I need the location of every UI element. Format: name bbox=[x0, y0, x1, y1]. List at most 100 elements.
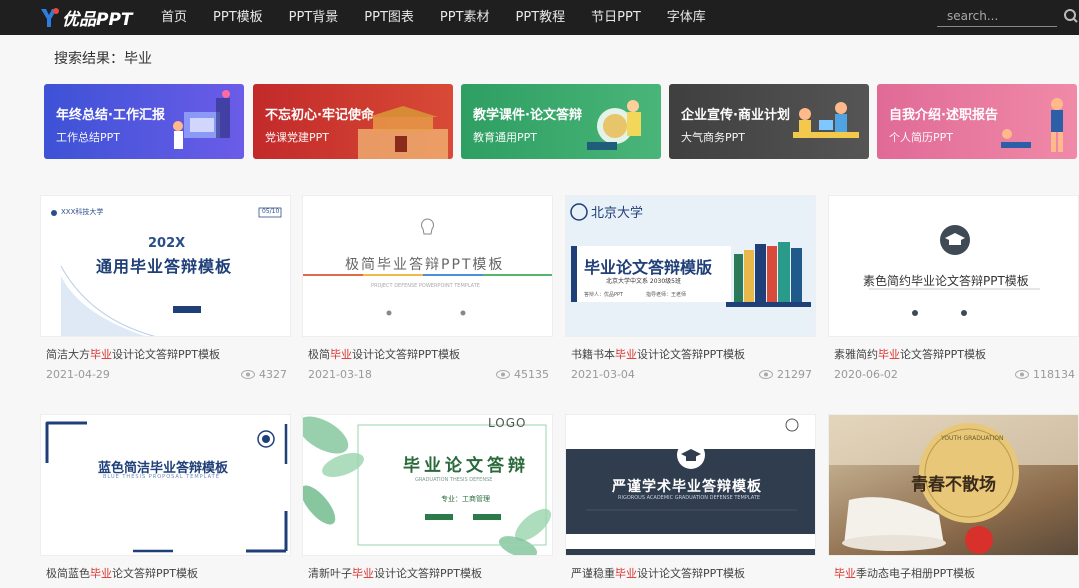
logo-icon bbox=[41, 8, 59, 27]
nav-ppt-materials[interactable]: PPT素材 bbox=[427, 0, 503, 35]
template-card[interactable]: 蓝色简洁毕业答辩模板 BLUE THESIS PROPOSAL TEMPLATE… bbox=[40, 414, 291, 580]
student-illustration bbox=[587, 100, 641, 150]
template-title[interactable]: 清新叶子毕业设计论文答辩PPT模板 bbox=[308, 565, 482, 581]
nav-ppt-tutorials[interactable]: PPT教程 bbox=[503, 0, 579, 35]
template-title[interactable]: 素雅简约毕业论文答辩PPT模板 bbox=[834, 346, 986, 362]
thumb-school: 北京大学 bbox=[591, 206, 644, 221]
template-card[interactable]: 北京大学 毕业论文答辩模版 北京大学中文系 2030级5班 答辩人：优品PPT … bbox=[565, 195, 816, 381]
eye-icon bbox=[1015, 370, 1029, 379]
thumb-subtitle: GRADUATION THESIS DEFENSE bbox=[415, 477, 493, 483]
template-views: 21297 bbox=[759, 368, 812, 381]
template-views: 4327 bbox=[241, 368, 287, 381]
template-date: 2020-06-02 bbox=[834, 368, 898, 381]
office-illustration bbox=[173, 90, 230, 149]
eye-icon bbox=[496, 370, 510, 379]
thumb-subtitle: RIGOROUS ACADEMIC GRADUATION DEFENSE TEM… bbox=[618, 495, 761, 501]
search-icon[interactable] bbox=[1063, 5, 1079, 27]
thumb-title: 青春不散场 bbox=[911, 475, 996, 495]
category-subtitle: 大气商务PPT bbox=[681, 131, 745, 144]
thumb-info2: 指导老师：王老师 bbox=[646, 292, 687, 298]
nav-fonts[interactable]: 字体库 bbox=[654, 0, 719, 35]
category-subtitle: 党课党建PPT bbox=[265, 131, 329, 144]
thumb-title: 毕业论文答辩模版 bbox=[584, 258, 713, 277]
thumb-dark-tag bbox=[173, 306, 201, 313]
top-navbar: 优品PPT 首页 PPT模板 PPT背景 PPT图表 PPT素材 PPT教程 节… bbox=[0, 0, 1079, 35]
template-thumbnail[interactable]: 北京大学 毕业论文答辩模版 北京大学中文系 2030级5班 答辩人：优品PPT … bbox=[565, 195, 816, 337]
nav-ppt-backgrounds[interactable]: PPT背景 bbox=[276, 0, 352, 35]
thumb-title: 素色简约毕业论文答辩PPT模板 bbox=[863, 274, 1029, 288]
meeting-illustration bbox=[793, 102, 859, 138]
keyword-highlight: 毕业 bbox=[834, 567, 856, 580]
category-title: 年终总结·工作汇报 bbox=[56, 108, 165, 123]
tiananmen-illustration bbox=[358, 106, 448, 159]
nav-ppt-templates[interactable]: PPT模板 bbox=[200, 0, 276, 35]
category-banner-resume[interactable]: 自我介绍·述职报告 个人简历PPT bbox=[877, 84, 1077, 159]
thumb-page: 05/10 bbox=[262, 208, 280, 215]
category-subtitle: 个人简历PPT bbox=[889, 131, 953, 144]
search-input[interactable] bbox=[937, 5, 1037, 27]
category-title: 企业宣传·商业计划 bbox=[681, 108, 790, 123]
template-thumbnail[interactable]: 严谨学术毕业答辩模板 RIGOROUS ACADEMIC GRADUATION … bbox=[565, 414, 816, 556]
template-card[interactable]: 严谨学术毕业答辩模板 RIGOROUS ACADEMIC GRADUATION … bbox=[565, 414, 816, 580]
nav-home[interactable]: 首页 bbox=[148, 0, 200, 35]
category-banner-education[interactable]: 教学课件·论文答辩 教育通用PPT bbox=[461, 84, 661, 159]
template-views: 118134 bbox=[1015, 368, 1075, 381]
keyword-highlight: 毕业 bbox=[352, 567, 374, 580]
thumb-title: 严谨学术毕业答辩模板 bbox=[612, 479, 762, 495]
template-thumbnail[interactable]: 极简毕业答辩PPT模板 PROJECT DEFENSE POWERPOINT T… bbox=[302, 195, 553, 337]
category-banner-summary[interactable]: 年终总结·工作汇报 工作总结PPT bbox=[44, 84, 244, 159]
person-illustration bbox=[1001, 98, 1063, 152]
template-card[interactable]: YOUTH GRADUATION 青春不散场 毕业季动态电子相册PPT模板 bbox=[828, 414, 1079, 580]
template-card[interactable]: XXX科技大学 05/10 202X 通用毕业答辩模板 简洁大方毕业设计论文答辩… bbox=[40, 195, 291, 381]
category-subtitle: 教育通用PPT bbox=[473, 131, 537, 144]
thumb-subtitle: 北京大学中文系 2030级5班 bbox=[606, 278, 681, 285]
template-title[interactable]: 书籍书本毕业设计论文答辩PPT模板 bbox=[571, 346, 745, 362]
thumb-major: 专业：工商管理 bbox=[441, 495, 490, 503]
keyword-highlight: 毕业 bbox=[330, 348, 352, 361]
template-thumbnail[interactable]: XXX科技大学 05/10 202X 通用毕业答辩模板 bbox=[40, 195, 291, 337]
template-thumbnail[interactable]: LOGO 毕业论文答辩 GRADUATION THESIS DEFENSE 专业… bbox=[302, 414, 553, 556]
site-logo[interactable]: 优品PPT bbox=[38, 4, 133, 30]
keyword-highlight: 毕业 bbox=[878, 348, 900, 361]
template-title[interactable]: 严谨稳重毕业设计论文答辩PPT模板 bbox=[571, 565, 745, 581]
thumbnail-art bbox=[45, 421, 288, 553]
keyword-highlight: 毕业 bbox=[90, 348, 112, 361]
thumb-subtitle: PROJECT DEFENSE POWERPOINT TEMPLATE bbox=[371, 283, 480, 289]
template-thumbnail[interactable]: 素色简约毕业论文答辩PPT模板 bbox=[828, 195, 1079, 337]
thumbnail-art bbox=[869, 225, 1040, 316]
template-thumbnail[interactable]: 蓝色简洁毕业答辩模板 BLUE THESIS PROPOSAL TEMPLATE bbox=[40, 414, 291, 556]
logo-text: 优品PPT bbox=[62, 9, 133, 30]
eye-icon bbox=[241, 370, 255, 379]
main-nav: 首页 PPT模板 PPT背景 PPT图表 PPT素材 PPT教程 节日PPT 字… bbox=[148, 0, 719, 35]
template-card[interactable]: 素色简约毕业论文答辩PPT模板 素雅简约毕业论文答辩PPT模板 2020-06-… bbox=[828, 195, 1079, 381]
thumb-logo: LOGO bbox=[488, 416, 527, 430]
thumb-school: XXX科技大学 bbox=[61, 208, 104, 216]
thumb-info1: 答辩人：优品PPT bbox=[584, 292, 624, 298]
template-title[interactable]: 毕业季动态电子相册PPT模板 bbox=[834, 565, 975, 581]
category-title: 自我介绍·述职报告 bbox=[889, 108, 998, 123]
template-date: 2021-04-29 bbox=[46, 368, 110, 381]
template-thumbnail[interactable]: YOUTH GRADUATION 青春不散场 bbox=[828, 414, 1079, 556]
nav-holiday-ppt[interactable]: 节日PPT bbox=[578, 0, 654, 35]
eye-icon bbox=[759, 370, 773, 379]
template-title[interactable]: 极简蓝色毕业论文答辩PPT模板 bbox=[46, 565, 198, 581]
search-box bbox=[937, 5, 1057, 27]
thumb-title: 通用毕业答辩模板 bbox=[96, 257, 233, 276]
thumb-subtitle: BLUE THESIS PROPOSAL TEMPLATE bbox=[103, 474, 220, 480]
template-title[interactable]: 极简毕业设计论文答辩PPT模板 bbox=[308, 346, 460, 362]
keyword-highlight: 毕业 bbox=[615, 567, 637, 580]
template-card[interactable]: 极简毕业答辩PPT模板 PROJECT DEFENSE POWERPOINT T… bbox=[302, 195, 553, 381]
thumb-ring-text: YOUTH GRADUATION bbox=[941, 435, 1004, 442]
template-card[interactable]: LOGO 毕业论文答辩 GRADUATION THESIS DEFENSE 专业… bbox=[302, 414, 553, 580]
template-title[interactable]: 简洁大方毕业设计论文答辩PPT模板 bbox=[46, 346, 220, 362]
template-views: 45135 bbox=[496, 368, 549, 381]
thumbnail-art bbox=[303, 416, 552, 555]
thumb-title: 极简毕业答辩PPT模板 bbox=[345, 257, 505, 273]
category-banner-party[interactable]: 不忘初心·牢记使命 党课党建PPT bbox=[253, 84, 453, 159]
template-date: 2021-03-04 bbox=[571, 368, 635, 381]
category-subtitle: 工作总结PPT bbox=[56, 131, 120, 144]
template-date: 2021-03-18 bbox=[308, 368, 372, 381]
category-banner-business[interactable]: 企业宣传·商业计划 大气商务PPT bbox=[669, 84, 869, 159]
thumb-year: 202X bbox=[148, 236, 186, 251]
nav-ppt-charts[interactable]: PPT图表 bbox=[351, 0, 427, 35]
